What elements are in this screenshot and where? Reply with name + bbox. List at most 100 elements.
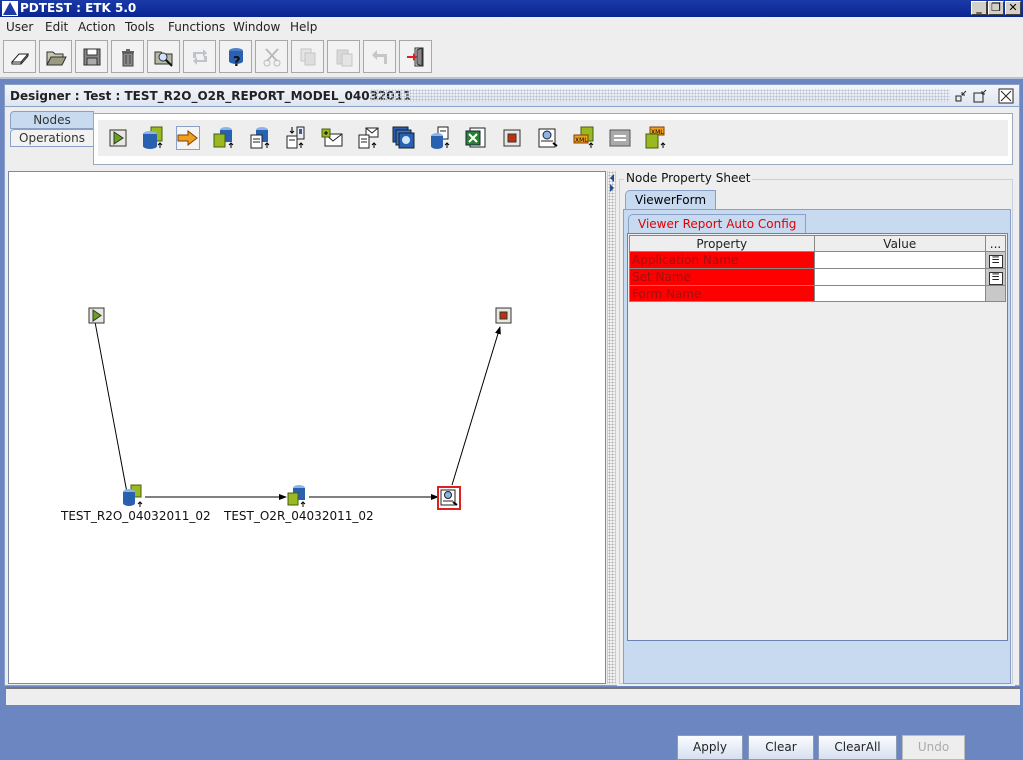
open-button[interactable] (39, 40, 72, 73)
collapse-arrows-icon[interactable] (609, 173, 615, 193)
palette-mail-document-node[interactable] (356, 126, 380, 150)
db-report-node-icon (431, 126, 450, 149)
palette-arrow-node[interactable] (176, 126, 200, 150)
workflow-canvas[interactable]: TEST_R2O_04032011_02 TEST_O2R_04032011_0… (8, 171, 606, 684)
save-button[interactable] (75, 40, 108, 73)
xml-import-node-icon: XML (645, 126, 666, 149)
palette-xml-export-node[interactable]: XML (572, 126, 596, 150)
excel-node-icon (465, 127, 486, 148)
tab-operations[interactable]: Operations (10, 129, 94, 147)
workflow-edges (94, 321, 501, 500)
apply-button[interactable]: Apply (677, 735, 743, 760)
import-node-icon (286, 126, 305, 149)
new-button[interactable] (3, 40, 36, 73)
delete-button[interactable] (111, 40, 144, 73)
palette-copy-db-node[interactable] (392, 126, 416, 150)
title-bar: PDTEST : ETK 5.0 _ ❐ ✕ (0, 0, 1023, 17)
mail-document-node-icon (358, 127, 379, 149)
find-button[interactable] (147, 40, 180, 73)
frame-close-icon[interactable] (998, 88, 1014, 104)
clear-button[interactable]: Clear (748, 735, 814, 760)
copy-button[interactable] (291, 40, 324, 73)
list-button[interactable]: ☰ (985, 251, 1006, 269)
palette-transform-node[interactable] (608, 126, 632, 150)
viewer-node-icon (538, 128, 558, 148)
restore-button[interactable]: ❐ (988, 1, 1004, 15)
tab-nodes[interactable]: Nodes (10, 111, 94, 129)
svg-text:XML: XML (575, 137, 588, 144)
list-button[interactable]: ☰ (985, 268, 1006, 286)
node-o2r[interactable] (286, 484, 310, 508)
property-row: Application Name ☰ (629, 251, 1006, 269)
palette-o2r-node[interactable] (212, 126, 236, 150)
menu-bar: User Edit Action Tools Functions Window … (0, 17, 1023, 37)
palette-stop-node[interactable] (500, 126, 524, 150)
column-more: ... (985, 235, 1006, 252)
stop-node-icon (503, 129, 521, 147)
paste-button[interactable] (327, 40, 360, 73)
node-viewer[interactable] (437, 486, 461, 510)
node-stop[interactable] (495, 307, 513, 325)
edge-start-r2o (94, 321, 130, 499)
menu-edit[interactable]: Edit (45, 20, 68, 34)
property-value-input[interactable] (813, 285, 987, 302)
search-folder-icon (154, 51, 173, 67)
property-table: Property Value ... Application Name ☰ Se… (629, 235, 1006, 302)
property-sheet-title: Node Property Sheet (624, 171, 753, 185)
menu-window[interactable]: Window (233, 20, 280, 34)
database-help-button[interactable]: ? (219, 40, 252, 73)
palette-r2o-node[interactable] (141, 126, 165, 150)
undo-toolbar-button[interactable] (363, 40, 396, 73)
title-grip (370, 89, 950, 102)
cut-icon (263, 47, 280, 66)
r2o-node-icon (143, 126, 163, 149)
copy-icon (300, 48, 315, 65)
node-palette: XML XML (93, 113, 1013, 165)
close-button[interactable]: ✕ (1005, 1, 1021, 15)
minimize-button[interactable]: _ (971, 1, 987, 15)
tab-viewerform[interactable]: ViewerForm (625, 190, 717, 210)
node-start[interactable] (88, 307, 106, 325)
split-pane-divider[interactable] (607, 171, 616, 684)
iconify-icon[interactable] (953, 88, 969, 104)
menu-tools[interactable]: Tools (125, 20, 155, 34)
node-r2o[interactable] (121, 484, 145, 508)
undo-button[interactable]: Undo (902, 735, 965, 760)
property-value-input[interactable] (813, 268, 987, 286)
menu-user[interactable]: User (6, 20, 33, 34)
window-title: PDTEST : ETK 5.0 (20, 1, 137, 15)
clear-all-button[interactable]: ClearAll (818, 735, 897, 760)
maximize-icon[interactable] (972, 88, 988, 104)
palette-db-report-node[interactable] (428, 126, 452, 150)
arrow-node-icon (177, 130, 198, 146)
column-value: Value (813, 235, 987, 252)
list-icon: ☰ (988, 272, 1003, 285)
palette-excel-node[interactable] (464, 126, 488, 150)
palette-viewer-node[interactable] (536, 126, 560, 150)
transform-node-icon (609, 129, 631, 147)
exit-button[interactable] (399, 40, 432, 73)
main-toolbar: ? (0, 37, 1023, 79)
database-help-icon: ? (228, 47, 243, 68)
cut-button[interactable] (255, 40, 288, 73)
tab-viewer-report-auto-config[interactable]: Viewer Report Auto Config (628, 214, 807, 234)
palette-xml-import-node[interactable]: XML (644, 126, 668, 150)
palette-db-document-node[interactable] (248, 126, 272, 150)
designer-frame: Designer : Test : TEST_R2O_O2R_REPORT_MO… (4, 84, 1020, 760)
exit-icon (406, 46, 423, 67)
palette-mail-add-node[interactable] (320, 126, 344, 150)
palette-import-node[interactable] (284, 126, 308, 150)
property-value-input[interactable] (813, 251, 987, 269)
palette-start-node[interactable] (106, 126, 130, 150)
property-name: Form Name (629, 285, 815, 302)
edge-viewer-stop (451, 326, 501, 486)
open-folder-icon (45, 51, 67, 65)
copy-db-node-icon (392, 126, 415, 149)
menu-action[interactable]: Action (78, 20, 116, 34)
menu-help[interactable]: Help (290, 20, 317, 34)
designer-title-bar[interactable]: Designer : Test : TEST_R2O_O2R_REPORT_MO… (5, 85, 1019, 107)
r2o-node-icon (123, 484, 143, 507)
menu-functions[interactable]: Functions (168, 20, 225, 34)
property-name: Set Name (629, 268, 815, 286)
refresh-button[interactable] (183, 40, 216, 73)
